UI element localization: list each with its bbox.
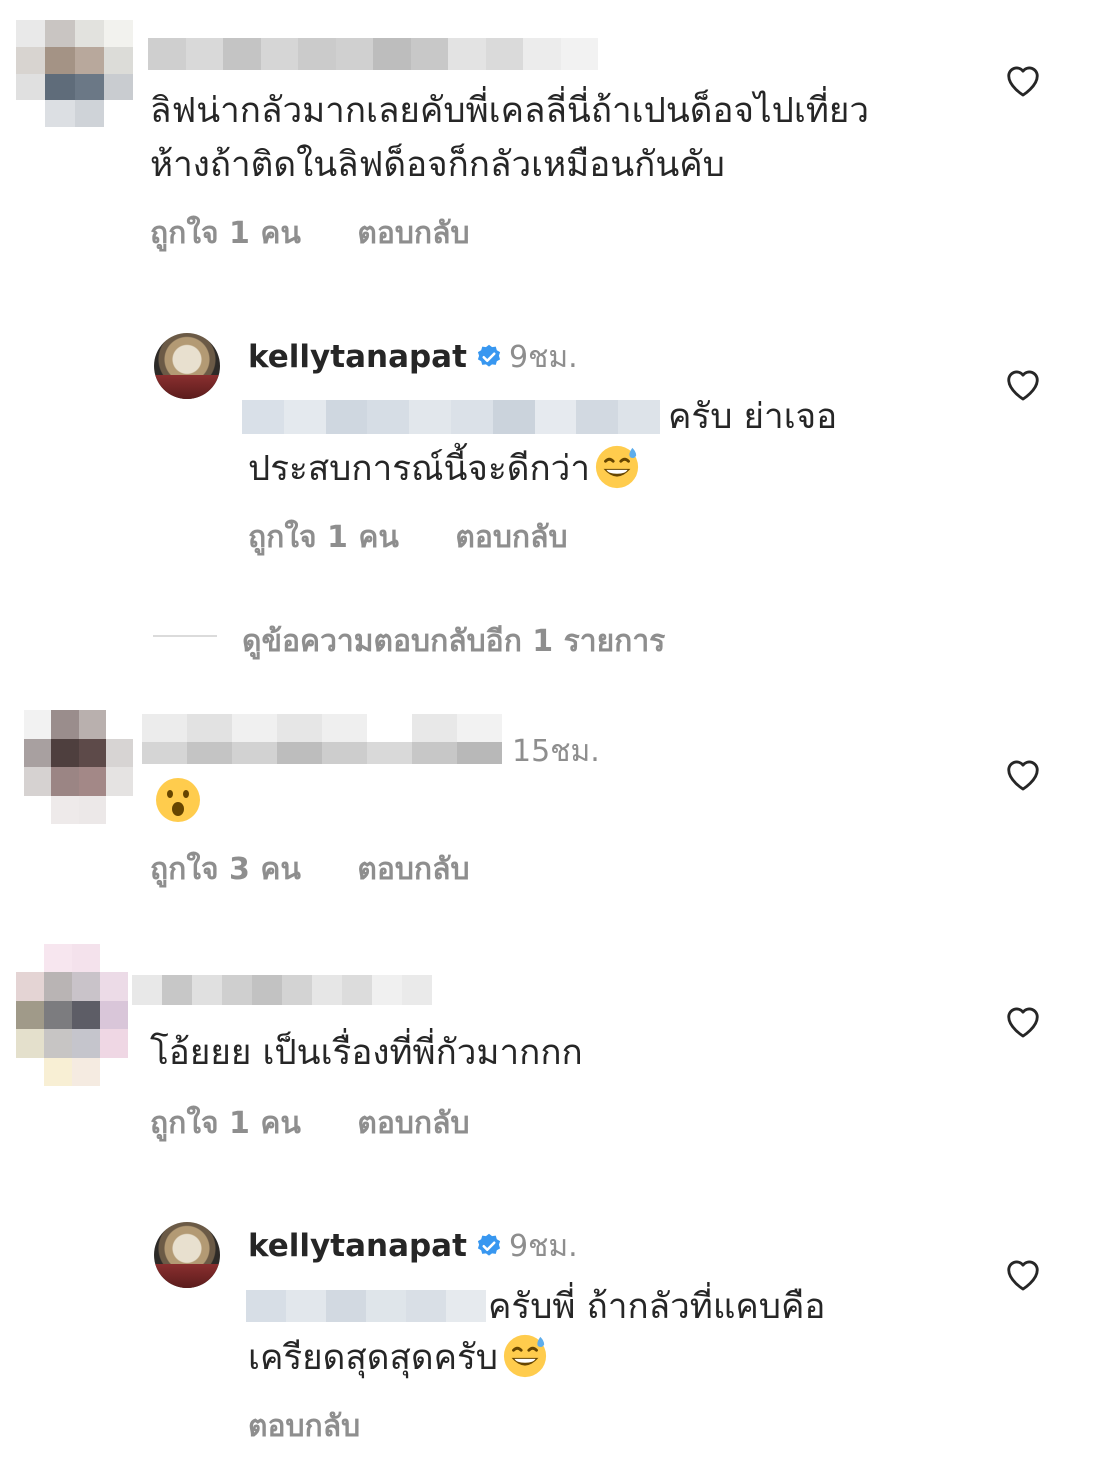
username-redacted[interactable] [132,975,432,1005]
comment-meta: ถูกใจ 1 คน ตอบกลับ [150,210,470,257]
comment-text-line: ครับพี่ ถ้ากลัวที่แคบคือ [488,1287,826,1327]
mention-redacted[interactable] [242,400,660,434]
comment-text-line: เครียดสุดสุดครับ [248,1338,499,1378]
view-replies-label: ดูข้อความตอบกลับอีก 1 รายการ [242,624,666,659]
heart-outline-icon[interactable] [1004,1003,1042,1039]
surprised-face-emoji [156,778,200,822]
reply-button[interactable]: ตอบกลับ [357,210,469,257]
comment-text-line: โอ้ยยย เป็นเรื่องที่พี่กัวมากกก [150,1033,583,1073]
timestamp: 9ชม. [508,340,578,375]
comment-text: เครียดสุดสุดครับ [248,1331,548,1385]
comment-text: ลิฟน่ากลัวมากเลยคับพี่เคลลี่นี่ถ้าเปนด็อ… [150,84,869,192]
avatar-pixelated[interactable] [24,710,133,824]
timestamp: 15ชม. [512,734,600,769]
comment-text-line: ห้างถ้าติดในลิฟด็อจก็กลัวเหมือนกันคับ [150,145,725,185]
username-redacted[interactable] [142,742,502,764]
comment-emoji [154,776,202,824]
avatar[interactable] [154,333,220,399]
view-replies-divider [153,635,217,637]
comment-text: ครับพี่ ถ้ากลัวที่แคบคือ [488,1280,825,1334]
view-replies-button[interactable]: ดูข้อความตอบกลับอีก 1 รายการ [242,618,665,665]
username-redacted[interactable] [142,714,502,742]
likes-count[interactable]: ถูกใจ 1 คน [150,210,301,257]
reply-header: kellytanapat 9ชม. [248,1223,578,1270]
grinning-sweat-emoji [503,1334,547,1378]
heart-outline-icon[interactable] [1004,1256,1042,1292]
username[interactable]: kellytanapat [248,1228,467,1264]
comment-text-line: ครับ ย่าเจอ [668,397,838,437]
reply-button[interactable]: ตอบกลับ [357,1100,469,1147]
avatar-pixelated[interactable] [16,944,128,1086]
comment-text-line: ลิฟน่ากลัวมากเลยคับพี่เคลลี่นี่ถ้าเปนด็อ… [150,91,870,131]
heart-outline-icon[interactable] [1004,62,1042,98]
comment-meta: ถูกใจ 1 คน ตอบกลับ [248,514,568,561]
avatar-pixelated[interactable] [16,20,133,127]
mention-redacted[interactable] [246,1290,486,1322]
likes-count[interactable]: ถูกใจ 1 คน [248,514,399,561]
likes-count[interactable]: ถูกใจ 3 คน [150,846,301,893]
username-redacted[interactable] [148,38,598,70]
comment-meta: ตอบกลับ [248,1403,360,1450]
reply-button[interactable]: ตอบกลับ [357,846,469,893]
comment-text: ประสบการณ์นี้จะดีกว่า [248,442,640,496]
grinning-sweat-emoji [595,445,639,489]
comment-text: ครับ ย่าเจอ [668,390,837,444]
avatar[interactable] [154,1222,220,1288]
reply-button[interactable]: ตอบกลับ [248,1403,360,1450]
reply-header: kellytanapat 9ชม. [248,334,578,381]
comment-meta: ถูกใจ 3 คน ตอบกลับ [150,846,470,893]
username[interactable]: kellytanapat [248,339,467,375]
heart-outline-icon[interactable] [1004,756,1042,792]
comment-text: โอ้ยยย เป็นเรื่องที่พี่กัวมากกก [150,1026,583,1080]
verified-badge-icon [477,1233,501,1256]
comment-text-line: ประสบการณ์นี้จะดีกว่า [248,449,590,489]
reply-button[interactable]: ตอบกลับ [455,514,567,561]
likes-count[interactable]: ถูกใจ 1 คน [150,1100,301,1147]
comment-meta: ถูกใจ 1 คน ตอบกลับ [150,1100,470,1147]
heart-outline-icon[interactable] [1004,366,1042,402]
verified-badge-icon [477,344,501,367]
timestamp: 9ชม. [508,1229,578,1264]
